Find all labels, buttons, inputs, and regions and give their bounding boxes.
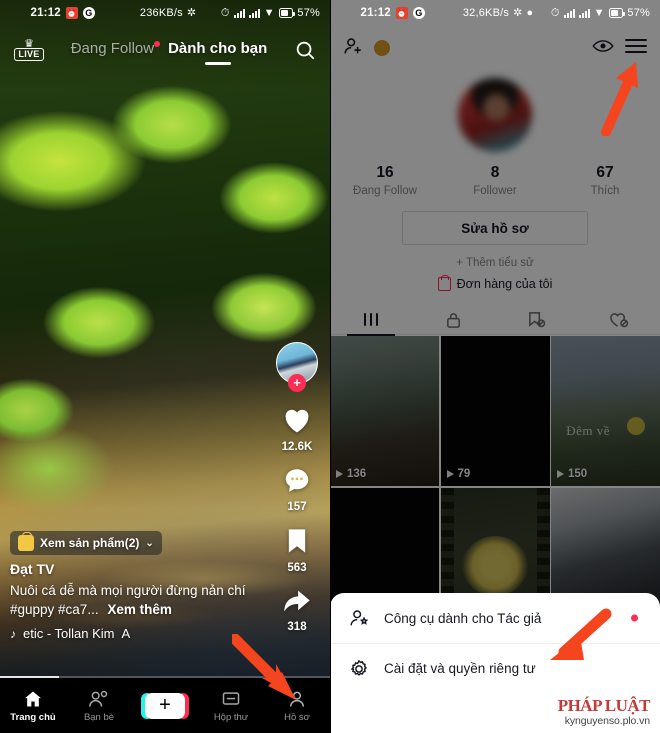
shopping-bag-icon xyxy=(18,532,34,551)
bluetooth-icon: ✲ xyxy=(513,6,523,19)
status-right-group: ⏱ ▼ 57% xyxy=(551,7,650,19)
creator-avatar[interactable]: + xyxy=(276,342,318,392)
status-left-group: 21:12 ⏰ G xyxy=(10,7,115,19)
battery-icon xyxy=(608,8,626,18)
chevron-down-icon: ⌄ xyxy=(145,537,154,549)
left-status-bar: 21:12 ⏰ G 236KB/s ✲ ⏱ ▼ 57% xyxy=(0,0,330,26)
red-arrow-pointing-to-hamburger-menu xyxy=(592,58,652,141)
tab-notification-dot xyxy=(154,40,161,47)
red-arrow-pointing-to-profile-tab xyxy=(229,633,304,711)
shop-chip-label: Xem sản phẩm(2) xyxy=(40,536,140,550)
watermark-url: kynguyenso.plo.vn xyxy=(564,715,650,727)
publisher-watermark: PHÁP LUẬT kynguyenso.plo.vn xyxy=(557,696,651,728)
recording-dot-icon: ● xyxy=(526,6,534,19)
share-icon xyxy=(282,588,312,619)
network-speed-label: 32,6KB/s xyxy=(462,7,510,19)
bookmark-icon xyxy=(285,527,309,560)
nav-label-ban-be: Bạn bè xyxy=(83,711,115,723)
alarm-clock-icon: ⏱ xyxy=(220,6,230,19)
right-phone-tiktok-profile: 16 Đang Follow 8 Follower 67 Thích Sửa h… xyxy=(330,0,660,733)
video-username[interactable]: Đạt TV xyxy=(10,561,268,577)
status-mid-group: 236KB/s ✲ xyxy=(115,7,220,19)
right-status-bar: 21:12 ⏰ G 32,6KB/s ✲ ● ⏱ ▼ 57% xyxy=(330,0,660,26)
nav-label-hop-thu: Hộp thư xyxy=(213,711,249,723)
video-caption-block: Xem sản phẩm(2) ⌄ Đạt TV Nuôi cá dễ mà m… xyxy=(10,531,268,641)
follow-plus-button[interactable]: + xyxy=(288,374,306,392)
alarm-red-icon: ⏰ xyxy=(395,7,408,19)
tab-dang-follow-label: Đang Follow xyxy=(70,39,155,57)
feed-tabs: Đang Follow Dành cho bạn xyxy=(46,40,292,61)
alarm-clock-icon: ⏱ xyxy=(550,6,560,19)
dual-phone-screenshot: 21:12 ⏰ G 236KB/s ✲ ⏱ ▼ 57% ♛ LIVE Đang … xyxy=(0,0,660,733)
alarm-red-icon: ⏰ xyxy=(65,7,78,19)
wifi-icon: ▼ xyxy=(593,6,605,19)
music-title: etic - Tollan Kim xyxy=(23,626,115,641)
battery-icon xyxy=(278,8,296,18)
music-row[interactable]: ♪ etic - Tollan Kim A xyxy=(10,626,268,641)
comment-count: 157 xyxy=(287,501,307,513)
signal-bars-icon xyxy=(563,8,575,18)
clock-time: 21:12 xyxy=(360,7,391,19)
creator-tools-icon xyxy=(350,610,369,626)
search-icon[interactable] xyxy=(292,37,318,63)
network-speed-label: 236KB/s xyxy=(139,7,183,19)
signal-bars-icon-2 xyxy=(578,8,590,18)
home-icon xyxy=(25,691,41,706)
friends-icon xyxy=(89,690,108,707)
signal-bars-icon xyxy=(233,8,245,18)
live-icon[interactable]: ♛ LIVE xyxy=(12,35,46,65)
status-mid-group: 32,6KB/s ✲ ● xyxy=(445,7,550,19)
gear-icon xyxy=(350,659,367,676)
tab-dang-follow[interactable]: Đang Follow xyxy=(70,39,161,61)
battery-percent: 57% xyxy=(627,7,650,19)
battery-percent: 57% xyxy=(297,7,320,19)
red-arrow-pointing-to-settings-row xyxy=(528,608,618,679)
nav-item-create[interactable]: + xyxy=(132,692,198,719)
crown-glyph: ♛ xyxy=(24,37,34,50)
feed-top-bar: ♛ LIVE Đang Follow Dành cho bạn xyxy=(0,26,330,74)
unread-badge-dot xyxy=(631,614,638,622)
video-description: Nuôi cá dễ mà mọi người đừng nản chí #gu… xyxy=(10,581,268,619)
bookmark-button[interactable]: 563 xyxy=(285,527,309,574)
wifi-icon: ▼ xyxy=(263,6,275,19)
share-count: 318 xyxy=(287,621,307,633)
tab-danh-cho-ban-label: Dành cho bạn xyxy=(168,39,268,57)
nav-label-trang-chu: Trang chủ xyxy=(10,711,56,723)
like-count: 12.6K xyxy=(281,441,313,453)
bluetooth-icon: ✲ xyxy=(186,6,197,19)
nav-item-trang-chu[interactable]: Trang chủ xyxy=(0,689,66,723)
music-note-icon: ♪ xyxy=(10,626,16,641)
google-icon: G xyxy=(82,7,95,19)
signal-bars-icon-2 xyxy=(248,8,260,18)
like-button[interactable]: 12.6K xyxy=(281,406,313,453)
music-title-tail: A xyxy=(121,626,131,641)
shop-products-chip[interactable]: Xem sản phẩm(2) ⌄ xyxy=(10,531,162,555)
bookmark-count: 563 xyxy=(287,562,307,574)
nav-label-ho-so: Hồ sơ xyxy=(284,711,310,723)
panel-divider xyxy=(330,0,331,733)
comment-button[interactable]: 157 xyxy=(283,467,311,513)
watermark-logo: PHÁP LUẬT xyxy=(557,696,651,715)
google-icon: G xyxy=(412,7,425,19)
plus-icon[interactable]: + xyxy=(141,692,189,719)
clock-time: 21:12 xyxy=(30,7,61,19)
heart-icon xyxy=(282,406,312,439)
left-phone-tiktok-feed: 21:12 ⏰ G 236KB/s ✲ ⏱ ▼ 57% ♛ LIVE Đang … xyxy=(0,0,330,733)
comment-icon xyxy=(283,467,311,499)
tab-danh-cho-ban[interactable]: Dành cho bạn xyxy=(168,40,267,61)
sheet-item-settings-privacy-label: Cài đặt và quyền riêng tư xyxy=(384,661,536,676)
share-button[interactable]: 318 xyxy=(282,588,312,633)
nav-item-ban-be[interactable]: Bạn bè xyxy=(66,689,132,723)
video-action-rail: + 12.6K 157 563 318 xyxy=(272,342,322,633)
status-right-group: ⏱ ▼ 57% xyxy=(221,7,320,19)
live-label: LIVE xyxy=(14,47,44,61)
sheet-item-creator-tools-label: Công cụ dành cho Tác giả xyxy=(384,610,542,626)
status-left-group: 21:12 ⏰ G xyxy=(340,7,445,19)
see-more-link[interactable]: Xem thêm xyxy=(107,602,172,617)
